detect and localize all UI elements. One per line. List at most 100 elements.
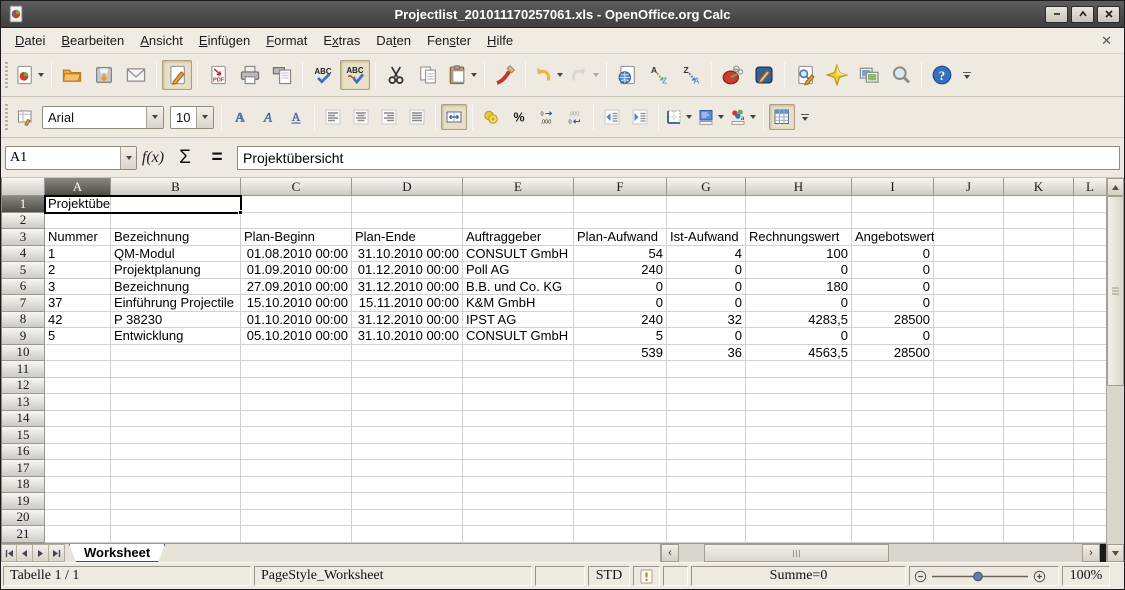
cell-L1[interactable] — [1074, 196, 1106, 213]
cell-E19[interactable] — [463, 493, 574, 510]
paste-dropdown[interactable] — [469, 61, 478, 89]
borders-button[interactable] — [664, 104, 694, 130]
cell-D10[interactable] — [352, 345, 463, 362]
cell-K5[interactable] — [1004, 262, 1074, 279]
cell-D6[interactable]: 31.12.2010 00:00 — [352, 279, 463, 296]
cell-B10[interactable] — [111, 345, 241, 362]
cell-C14[interactable] — [241, 411, 352, 428]
cut-button[interactable] — [381, 60, 411, 90]
cell-L2[interactable] — [1074, 213, 1106, 230]
cell-K7[interactable] — [1004, 295, 1074, 312]
cell-L16[interactable] — [1074, 444, 1106, 461]
cell-K6[interactable] — [1004, 279, 1074, 296]
close-button[interactable] — [1097, 6, 1120, 23]
cell-J4[interactable] — [934, 246, 1004, 263]
cell-L13[interactable] — [1074, 394, 1106, 411]
cell-B3[interactable]: Bezeichnung — [111, 229, 241, 246]
cell-D7[interactable]: 15.11.2010 00:00 — [352, 295, 463, 312]
cell-B9[interactable]: Entwicklung — [111, 328, 241, 345]
cell-A15[interactable] — [45, 427, 111, 444]
cell-H19[interactable] — [746, 493, 852, 510]
cell-F7[interactable]: 0 — [574, 295, 667, 312]
column-header-E[interactable]: E — [463, 178, 574, 196]
function-wizard-button[interactable]: f(x) — [139, 145, 167, 171]
cell-I10[interactable]: 28500 — [852, 345, 934, 362]
cell-G20[interactable] — [667, 510, 746, 527]
auto-spellcheck-button[interactable]: ABC — [340, 60, 370, 90]
save-button[interactable] — [89, 60, 119, 90]
cell-G14[interactable] — [667, 411, 746, 428]
cell-A6[interactable]: 3 — [45, 279, 111, 296]
cell-B12[interactable] — [111, 378, 241, 395]
cell-D15[interactable] — [352, 427, 463, 444]
cell-G16[interactable] — [667, 444, 746, 461]
cell-D4[interactable]: 31.10.2010 00:00 — [352, 246, 463, 263]
cell-E9[interactable]: CONSULT GmbH — [463, 328, 574, 345]
cell-B4[interactable]: QM-Modul — [111, 246, 241, 263]
cell-H18[interactable] — [746, 477, 852, 494]
cell-B8[interactable]: P 38230 — [111, 312, 241, 329]
cell-H8[interactable]: 4283,5 — [746, 312, 852, 329]
cell-H16[interactable] — [746, 444, 852, 461]
cell-F9[interactable]: 5 — [574, 328, 667, 345]
cell-E11[interactable] — [463, 361, 574, 378]
formula-input-line[interactable] — [237, 146, 1120, 170]
cell-J2[interactable] — [934, 213, 1004, 230]
font-name-dropdown[interactable] — [146, 107, 163, 128]
cell-F11[interactable] — [574, 361, 667, 378]
column-header-I[interactable]: I — [852, 178, 934, 196]
help-button[interactable]: ? — [927, 60, 957, 90]
edit-file-button[interactable] — [162, 60, 192, 90]
cell-E14[interactable] — [463, 411, 574, 428]
cell-A7[interactable]: 37 — [45, 295, 111, 312]
cell-G5[interactable]: 0 — [667, 262, 746, 279]
cell-F15[interactable] — [574, 427, 667, 444]
cell-D1[interactable] — [352, 196, 463, 213]
cell-C20[interactable] — [241, 510, 352, 527]
scroll-down-button[interactable] — [1107, 544, 1124, 562]
cell-E20[interactable] — [463, 510, 574, 527]
column-header-B[interactable]: B — [111, 178, 241, 196]
row-header-15[interactable]: 15 — [2, 427, 45, 444]
font-name-combobox[interactable]: Arial — [42, 106, 164, 129]
zoom-slider[interactable] — [909, 566, 1059, 586]
cell-G13[interactable] — [667, 394, 746, 411]
vertical-scroll-track[interactable] — [1107, 386, 1124, 544]
cell-D3[interactable]: Plan-Ende — [352, 229, 463, 246]
cell-F2[interactable] — [574, 213, 667, 230]
cell-L18[interactable] — [1074, 477, 1106, 494]
format-paintbrush-button[interactable] — [490, 60, 520, 90]
cell-J3[interactable] — [934, 229, 1004, 246]
cell-F12[interactable] — [574, 378, 667, 395]
row-header-8[interactable]: 8 — [2, 312, 45, 329]
cell-B1[interactable] — [111, 196, 241, 213]
row-header-3[interactable]: 3 — [2, 229, 45, 246]
cell-B19[interactable] — [111, 493, 241, 510]
cell-H10[interactable]: 4563,5 — [746, 345, 852, 362]
cell-L17[interactable] — [1074, 460, 1106, 477]
cell-F8[interactable]: 240 — [574, 312, 667, 329]
row-header-20[interactable]: 20 — [2, 510, 45, 527]
cell-K10[interactable] — [1004, 345, 1074, 362]
cell-B5[interactable]: Projektplanung — [111, 262, 241, 279]
export-pdf-button[interactable]: PDF — [203, 60, 233, 90]
cell-K12[interactable] — [1004, 378, 1074, 395]
cell-C2[interactable] — [241, 213, 352, 230]
function-button[interactable]: = — [203, 145, 231, 171]
sheet-grid-button[interactable] — [769, 104, 795, 130]
cell-B15[interactable] — [111, 427, 241, 444]
print-button[interactable] — [235, 60, 265, 90]
cell-L9[interactable] — [1074, 328, 1106, 345]
cell-D11[interactable] — [352, 361, 463, 378]
cell-H1[interactable] — [746, 196, 852, 213]
cell-K8[interactable] — [1004, 312, 1074, 329]
italic-button[interactable]: A — [255, 104, 281, 130]
cell-J8[interactable] — [934, 312, 1004, 329]
cell-G12[interactable] — [667, 378, 746, 395]
font-color-button[interactable]: a — [728, 104, 758, 130]
zoom-level-field[interactable]: 100% — [1062, 566, 1110, 586]
cell-A17[interactable] — [45, 460, 111, 477]
row-header-14[interactable]: 14 — [2, 411, 45, 428]
cell-E3[interactable]: Auftraggeber — [463, 229, 574, 246]
cell-E10[interactable] — [463, 345, 574, 362]
